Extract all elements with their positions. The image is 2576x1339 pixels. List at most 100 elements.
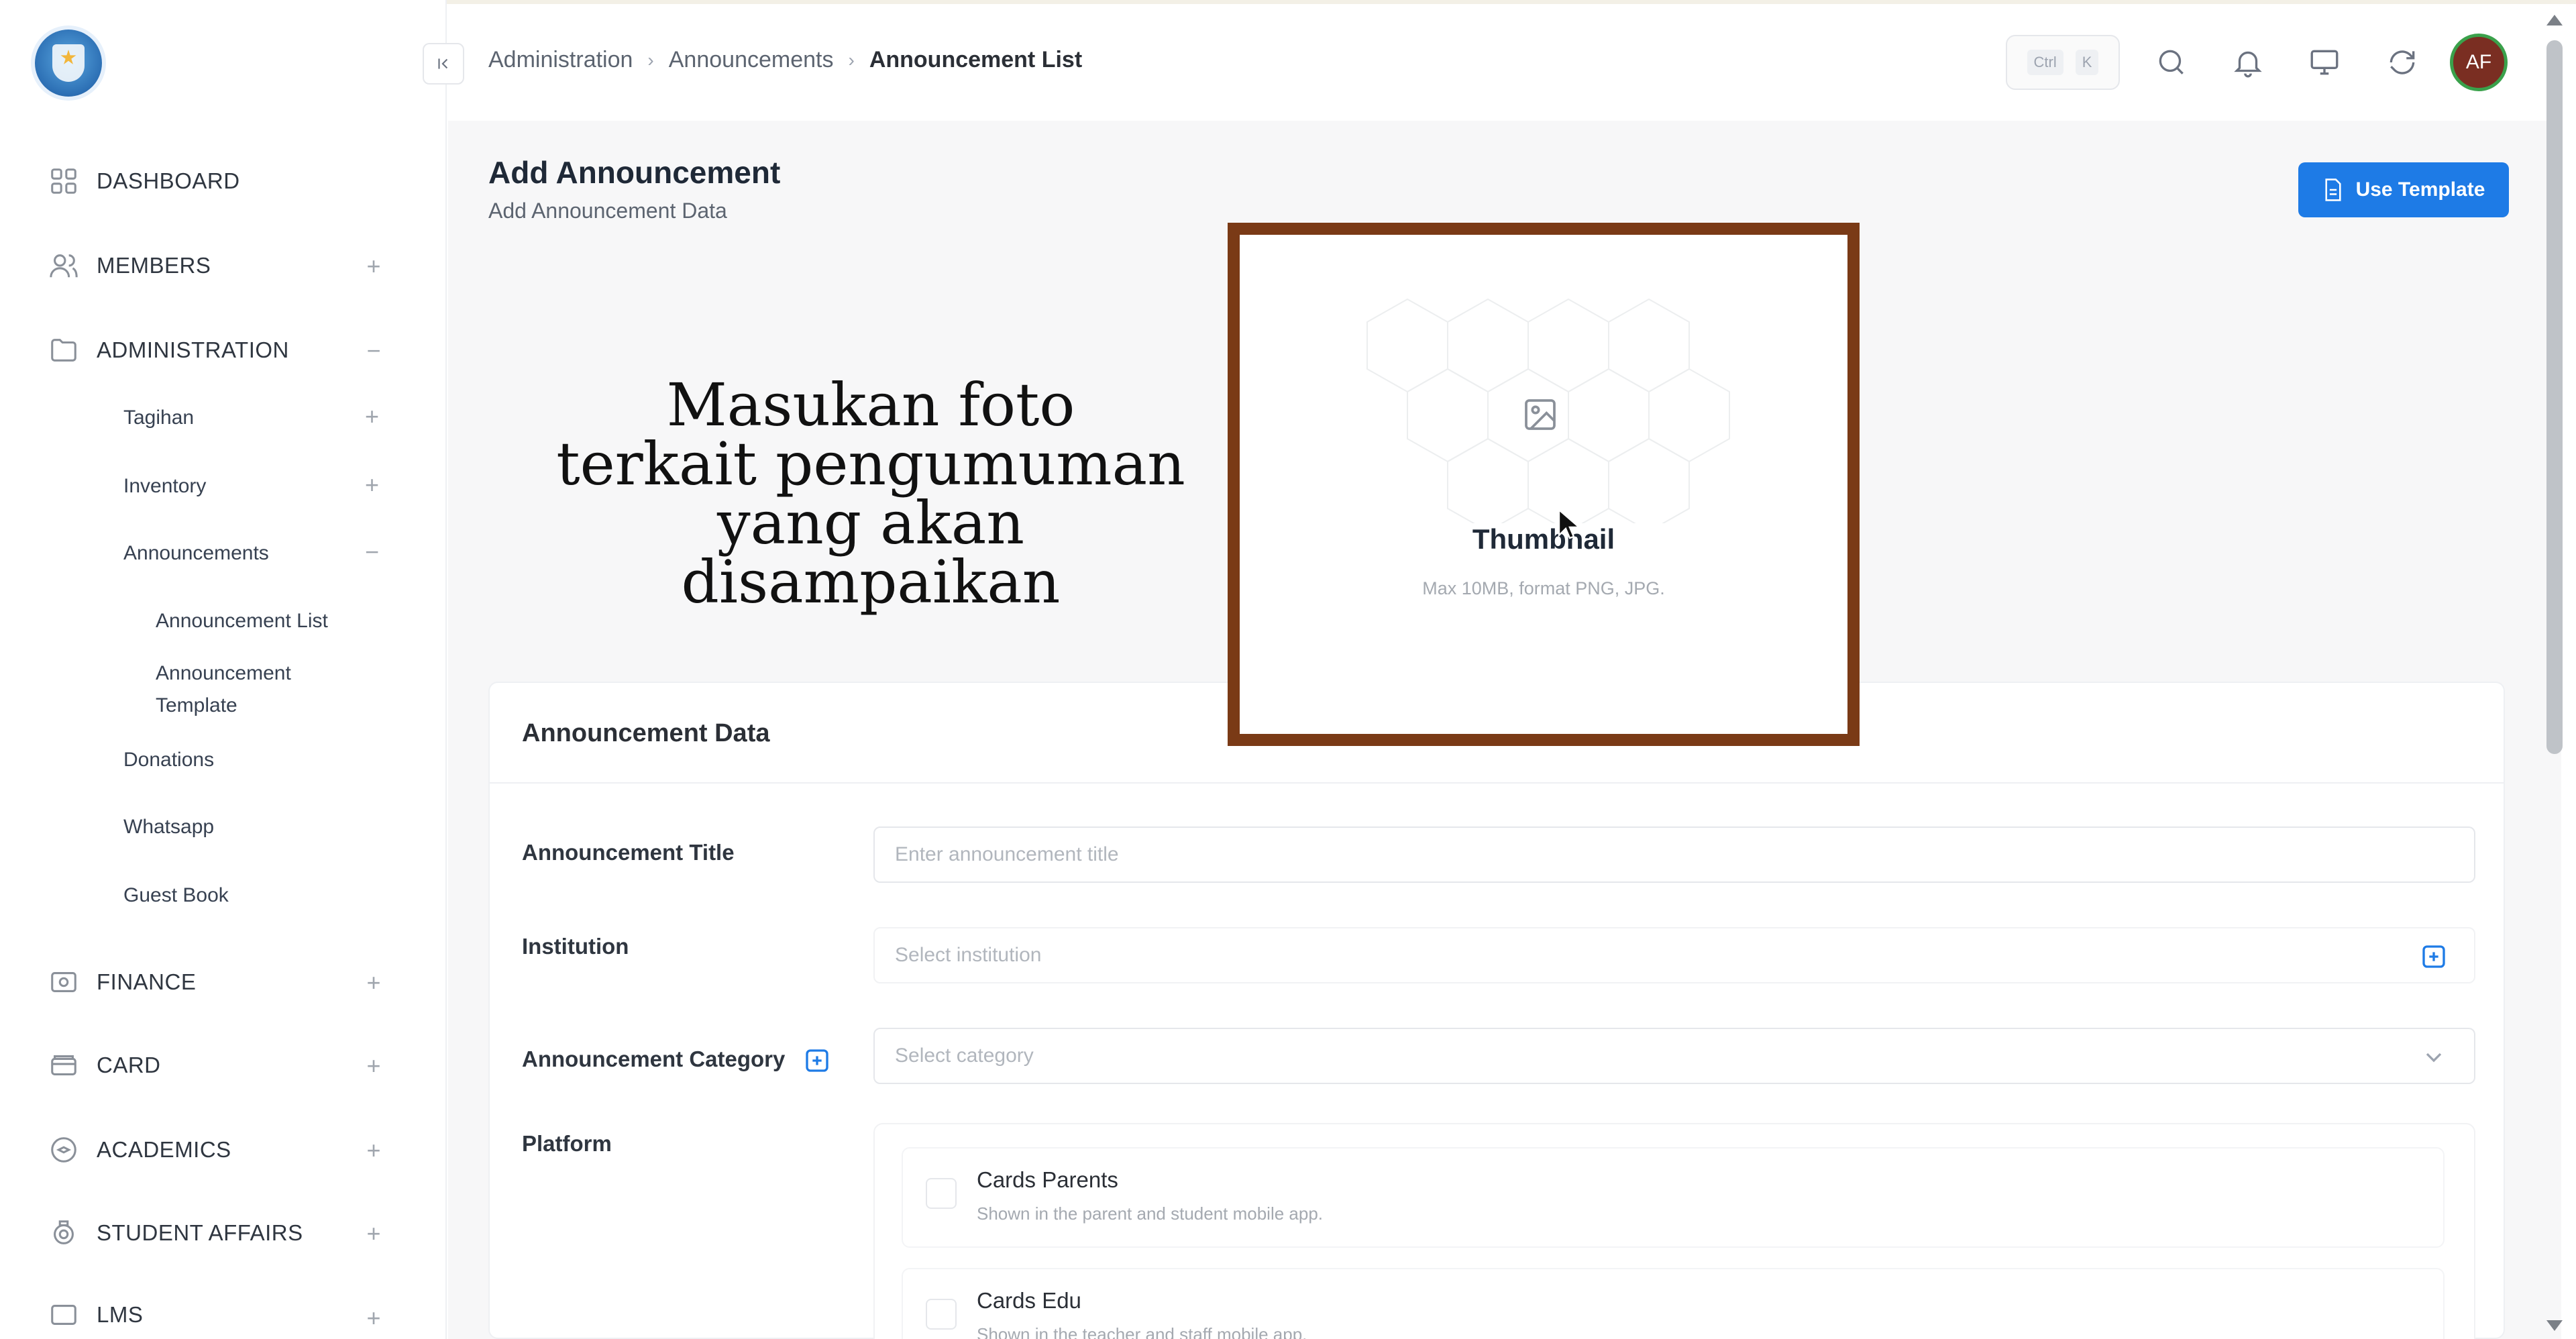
collapse-icon[interactable]: − (365, 538, 379, 566)
lms-icon (48, 1299, 79, 1330)
caption-line: terkait pengumuman (556, 429, 1185, 498)
sidebar-item-card[interactable]: CARD + (48, 1044, 397, 1087)
sidebar-sub-label: Tagihan (123, 407, 195, 429)
sidebar-item-label: DASHBOARD (97, 168, 240, 193)
sidebar-sub-label: Whatsapp (123, 816, 215, 838)
avatar[interactable]: AF (2450, 34, 2508, 91)
expand-icon[interactable]: + (366, 1052, 381, 1080)
add-category-icon[interactable] (804, 1047, 830, 1074)
institution-placeholder: Select institution (895, 944, 1042, 966)
platform-option-parents[interactable]: Cards Parents Shown in the parent and st… (902, 1147, 2445, 1248)
thumbnail-upload-area[interactable]: Thumbnail Max 10MB, format PNG, JPG. (1228, 223, 1860, 746)
category-label: Announcement Category (522, 1047, 786, 1071)
bell-icon[interactable] (2231, 46, 2265, 79)
chevron-down-icon (2426, 1053, 2442, 1063)
users-icon (48, 250, 79, 281)
badge-icon (48, 1218, 79, 1248)
collapse-left-icon (438, 58, 448, 69)
platform-desc: Shown in the parent and student mobile a… (977, 1203, 1324, 1224)
expand-icon[interactable]: + (365, 403, 379, 431)
sidebar-item-lms[interactable]: LMS + (48, 1296, 397, 1334)
wallet-icon (48, 967, 79, 998)
use-template-label: Use Template (2355, 178, 2485, 201)
sidebar-sub-whatsapp[interactable]: Whatsapp (123, 810, 214, 844)
category-label-row: Announcement Category (522, 1047, 830, 1074)
collapse-icon[interactable]: − (366, 337, 381, 365)
sidebar-item-label: ACADEMICS (97, 1137, 231, 1162)
chevron-right-icon: › (848, 49, 855, 70)
expand-icon[interactable]: + (366, 1136, 381, 1165)
sidebar-item-members[interactable]: MEMBERS + (48, 244, 397, 287)
card-icon (48, 1050, 79, 1081)
sidebar-item-student-affairs[interactable]: STUDENT AFFAIRS + (48, 1212, 397, 1254)
document-icon (2324, 178, 2341, 201)
thumbnail-title: Thumbnail (1472, 523, 1615, 555)
category-select[interactable]: Select category (873, 1028, 2475, 1084)
sidebar-collapse-button[interactable] (423, 43, 464, 85)
shortcut-key: Ctrl (2027, 50, 2063, 75)
sidebar-sub-label: Inventory (123, 475, 207, 497)
platform-checkbox[interactable] (926, 1299, 957, 1330)
image-icon (1525, 399, 1556, 430)
title-input[interactable]: Enter announcement title (873, 826, 2475, 883)
caption-line: Masukan foto (666, 370, 1075, 439)
refresh-icon[interactable] (2385, 46, 2419, 79)
chevron-right-icon: › (647, 49, 654, 70)
app-logo[interactable] (35, 30, 102, 97)
breadcrumb: Administration › Announcements › Announc… (488, 47, 1082, 73)
mouse-cursor-icon (1558, 508, 1579, 539)
sidebar-sub-tagihan[interactable]: Tagihan + (123, 401, 379, 435)
platform-option-edu[interactable]: Cards Edu Shown in the teacher and staff… (902, 1268, 2445, 1339)
caption-line: yang akan disampaikan (681, 488, 1061, 617)
search-icon[interactable] (2155, 46, 2188, 79)
sidebar-sub-inventory[interactable]: Inventory + (123, 470, 379, 503)
page-subtitle: Add Announcement Data (488, 199, 727, 223)
institution-select[interactable]: Select institution (873, 927, 2475, 983)
sidebar-item-label: ADMINISTRATION (97, 337, 289, 362)
expand-icon[interactable]: + (365, 471, 379, 499)
sidebar-sub-announcements[interactable]: Announcements − (123, 537, 379, 570)
breadcrumb-item[interactable]: Announcements (669, 47, 834, 73)
scroll-up-arrow-icon[interactable] (2546, 15, 2563, 25)
platform-checkbox[interactable] (926, 1178, 957, 1209)
expand-icon[interactable]: + (366, 1220, 381, 1248)
scroll-down-arrow-icon[interactable] (2546, 1320, 2563, 1331)
section-title: Announcement Data (522, 719, 770, 747)
sidebar: DASHBOARD MEMBERS + ADMINISTRATION − Tag… (0, 0, 447, 1339)
page-title: Add Announcement (488, 155, 781, 190)
sidebar-item-label: FINANCE (97, 969, 197, 994)
sidebar-sub-guest-book[interactable]: Guest Book (123, 879, 229, 912)
sidebar-item-label: MEMBERS (97, 253, 211, 278)
sidebar-item-finance[interactable]: FINANCE + (48, 961, 397, 1004)
sidebar-sub-label: Donations (123, 749, 215, 771)
main-content: Add Announcement Add Announcement Data U… (448, 121, 2561, 1339)
sidebar-sub-announcement-list[interactable]: Announcement List (156, 605, 328, 637)
command-palette-shortcut[interactable]: Ctrl K (2006, 35, 2120, 90)
announcement-data-card: Announcement Data Announcement Title Ent… (488, 682, 2505, 1339)
shortcut-key: K (2075, 50, 2099, 75)
sidebar-sub-label: Announcements (123, 542, 269, 564)
use-template-button[interactable]: Use Template (2298, 162, 2509, 217)
scrollbar-thumb[interactable] (2546, 40, 2563, 754)
monitor-icon[interactable] (2308, 46, 2341, 79)
title-label: Announcement Title (522, 840, 735, 865)
platform-options: Cards Parents Shown in the parent and st… (873, 1123, 2475, 1339)
sidebar-item-academics[interactable]: ACADEMICS + (48, 1128, 397, 1171)
sidebar-item-administration[interactable]: ADMINISTRATION − (48, 329, 397, 372)
platform-label: Platform (522, 1131, 612, 1156)
platform-title: Cards Parents (977, 1167, 1118, 1192)
breadcrumb-item[interactable]: Administration (488, 47, 633, 73)
thumbnail-hint: Max 10MB, format PNG, JPG. (1422, 578, 1665, 598)
breadcrumb-current: Announcement List (869, 47, 1083, 72)
sidebar-sub-donations[interactable]: Donations (123, 743, 214, 777)
expand-icon[interactable]: + (366, 1304, 381, 1332)
category-placeholder: Select category (895, 1045, 1034, 1067)
sidebar-item-dashboard[interactable]: DASHBOARD (48, 160, 397, 203)
sidebar-sub-announcement-template[interactable]: Announcement Template (156, 657, 330, 722)
add-institution-icon[interactable] (2420, 943, 2447, 970)
sidebar-item-label: STUDENT AFFAIRS (97, 1220, 303, 1245)
expand-icon[interactable]: + (366, 252, 381, 280)
dashboard-grid-icon (48, 166, 79, 197)
sidebar-item-label: CARD (97, 1053, 161, 1077)
expand-icon[interactable]: + (366, 969, 381, 997)
